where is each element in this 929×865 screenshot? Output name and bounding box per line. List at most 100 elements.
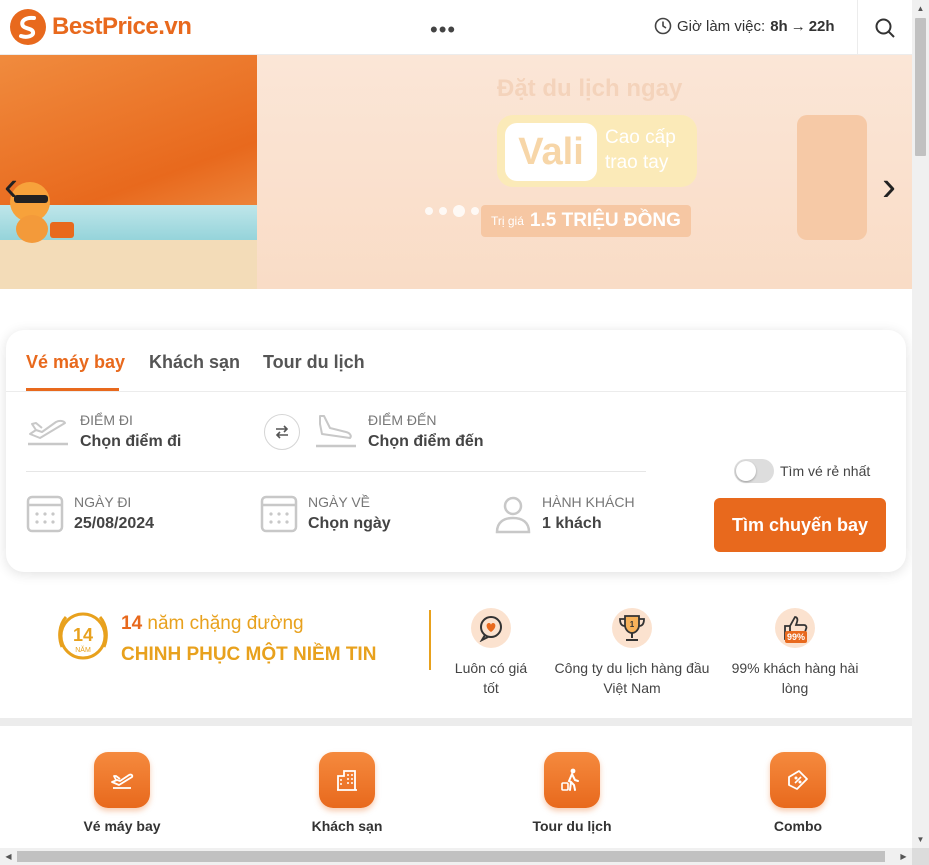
feature-text-line: 99% khách hàng hài	[731, 660, 859, 676]
carousel-prev-button[interactable]: ‹	[4, 165, 18, 207]
promo-headline: Đặt du lịch ngay	[497, 75, 683, 102]
top-header: BestPrice.vn ••• Giờ làm việc: 8h → 22h	[0, 0, 912, 55]
active-tab-indicator	[26, 388, 119, 391]
depart-date-field[interactable]: Ngày đi 25/08/2024	[26, 494, 154, 534]
service-combo[interactable]: Combo	[738, 752, 858, 834]
cheapest-fare-label: Tìm vé rẻ nhất	[780, 463, 871, 479]
carousel-dot[interactable]	[471, 207, 479, 215]
feature-satisfaction-text: 99% khách hàng hài lòng	[710, 658, 880, 698]
logo[interactable]: BestPrice.vn	[10, 9, 192, 45]
laurel-badge-icon: 14 NĂM	[58, 612, 108, 660]
combo-ticket-icon	[770, 752, 826, 808]
vali-sub-line-1: Cao cấp	[605, 127, 676, 148]
search-tabs: Vé máy bay Khách sạn Tour du lịch	[6, 330, 906, 392]
carousel-dot-active[interactable]	[453, 205, 465, 217]
hours-arrow: →	[790, 17, 806, 35]
trust-years: 14 năm chặng đường	[121, 613, 304, 635]
plane-icon	[94, 752, 150, 808]
feature-top-company-text: Công ty du lịch hàng đầu Việt Nam	[547, 658, 717, 698]
trust-years-number: 14	[121, 613, 143, 634]
vali-promo-slide: Đặt du lịch ngay Vali Cao cấp trao tay T…	[257, 55, 912, 289]
svg-text:1: 1	[630, 620, 635, 629]
swap-arrows-icon	[275, 425, 289, 439]
person-icon	[495, 496, 531, 534]
takeoff-icon	[28, 419, 68, 446]
trust-slogan: CHINH PHỤC MỘT NIỀM TIN	[121, 644, 377, 665]
hours-to: 22h	[808, 17, 835, 35]
badge-unit: NĂM	[75, 645, 91, 654]
scroll-up-arrow-icon[interactable]: ▲	[912, 0, 929, 17]
price-value: 1.5 TRIỆU ĐỒNG	[529, 210, 681, 231]
search-icon	[875, 18, 895, 38]
header-search-button[interactable]	[857, 0, 912, 55]
scroll-down-arrow-icon[interactable]: ▼	[912, 831, 929, 848]
tab-tours[interactable]: Tour du lịch	[263, 352, 365, 373]
carousel-next-button[interactable]: ›	[882, 165, 896, 207]
trust-strip: 14 NĂM 14 năm chặng đường CHINH PHỤC MỘT…	[0, 600, 912, 718]
search-flights-button[interactable]: Tìm chuyến bay	[714, 498, 886, 552]
passengers-field[interactable]: Hành khách 1 khách	[494, 494, 635, 534]
hours-from: 8h	[770, 17, 788, 35]
price-tag-icon	[471, 608, 511, 648]
passengers-label: Hành khách	[542, 494, 635, 510]
calendar-icon	[260, 495, 298, 533]
landing-icon	[316, 415, 356, 448]
vali-subtitle: Cao cấp trao tay	[605, 125, 676, 175]
service-flights[interactable]: Vé máy bay	[62, 752, 182, 834]
destination-value: Chọn điểm đến	[368, 433, 484, 450]
horizontal-scrollbar[interactable]: ◀ ▶	[0, 848, 912, 865]
tab-flights[interactable]: Vé máy bay	[26, 352, 125, 373]
row-divider	[26, 471, 646, 472]
destination-field[interactable]: Điểm đến Chọn điểm đến	[314, 412, 484, 452]
cheapest-fare-toggle[interactable]	[734, 459, 774, 483]
depart-date-value: 25/08/2024	[74, 515, 155, 532]
tab-hotels[interactable]: Khách sạn	[149, 352, 240, 373]
suitcase-icon	[797, 115, 867, 240]
carousel-dots[interactable]	[425, 205, 479, 217]
scroll-right-arrow-icon[interactable]: ▶	[895, 848, 912, 865]
service-tours[interactable]: Tour du lịch	[512, 752, 632, 834]
beach-slide	[0, 55, 257, 289]
carousel-dot[interactable]	[439, 207, 447, 215]
promo-banner-carousel[interactable]: Đặt du lịch ngay Vali Cao cấp trao tay T…	[0, 55, 912, 289]
horizontal-scroll-thumb[interactable]	[17, 851, 885, 862]
return-date-field[interactable]: Ngày về Chọn ngày	[260, 494, 391, 534]
return-date-value: Chọn ngày	[308, 515, 391, 532]
service-label: Combo	[773, 818, 823, 834]
clock-icon	[654, 17, 672, 35]
scroll-left-arrow-icon[interactable]: ◀	[0, 848, 17, 865]
feature-text-line: lòng	[781, 680, 809, 696]
calendar-icon	[26, 495, 64, 533]
feature-text-line: Công ty du lịch hàng đầu	[554, 660, 710, 676]
hotel-icon	[319, 752, 375, 808]
destination-label: Điểm đến	[368, 412, 437, 428]
service-label: Tour du lịch	[532, 818, 612, 834]
feature-top-company: 1 Công ty du lịch hàng đầu Việt Nam	[547, 608, 717, 698]
carousel-dot[interactable]	[425, 207, 433, 215]
origin-field[interactable]: Điểm đi Chọn điểm đi	[26, 412, 181, 452]
service-shortcuts: Vé máy bay Khách sạn Tour du lịch Combo	[0, 726, 912, 848]
trophy-icon: 1	[612, 608, 652, 648]
vertical-scrollbar[interactable]: ▲ ▼	[912, 0, 929, 848]
hours-label: Giờ làm việc:	[677, 17, 766, 35]
working-hours: Giờ làm việc: 8h → 22h	[654, 17, 835, 35]
flight-search-card: Vé máy bay Khách sạn Tour du lịch Điểm đ…	[6, 330, 906, 572]
thumbs-up-icon: 99%	[775, 608, 815, 648]
feature-satisfaction: 99% 99% khách hàng hài lòng	[710, 608, 880, 698]
swap-locations-button[interactable]	[264, 414, 300, 450]
vertical-scroll-thumb[interactable]	[915, 18, 926, 156]
trust-years-text: năm chặng đường	[147, 613, 304, 634]
service-hotels[interactable]: Khách sạn	[287, 752, 407, 834]
cheapest-fare-toggle-row: Tìm vé rẻ nhất	[734, 459, 870, 483]
vali-word: Vali	[505, 123, 597, 181]
logo-text: BestPrice.vn	[52, 13, 192, 40]
page: BestPrice.vn ••• Giờ làm việc: 8h → 22h	[0, 0, 912, 848]
price-prefix: Trị giá	[491, 214, 524, 228]
passengers-value: 1 khách	[542, 515, 602, 532]
logo-mark-icon	[10, 9, 46, 45]
origin-value: Chọn điểm đi	[80, 433, 182, 450]
more-menu-button[interactable]: •••	[430, 17, 456, 43]
section-separator	[0, 718, 912, 726]
traveler-icon	[544, 752, 600, 808]
toggle-knob	[736, 461, 756, 481]
